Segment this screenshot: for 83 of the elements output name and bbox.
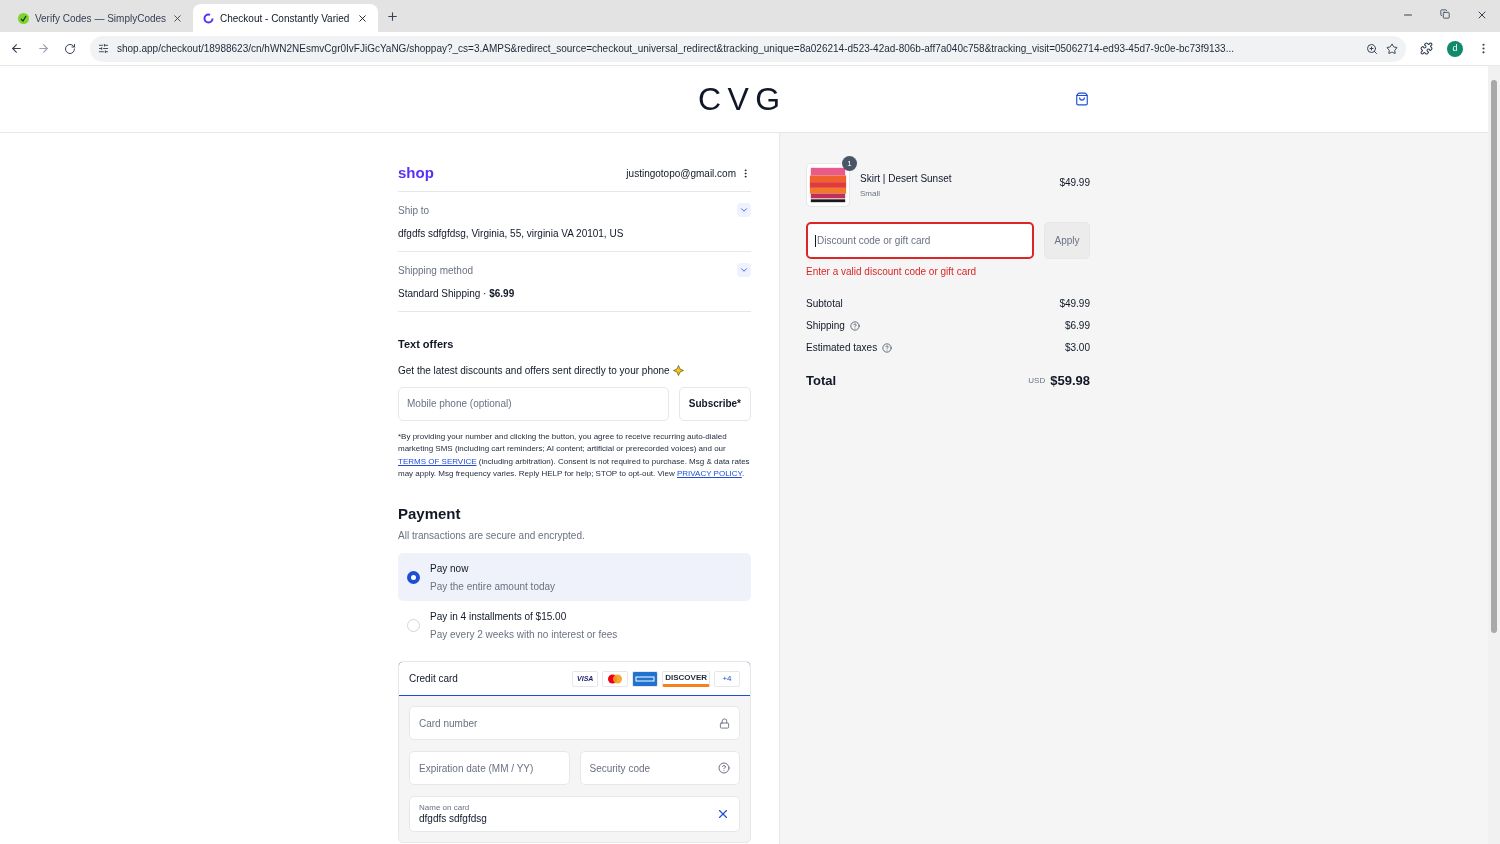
account-email: justingotopo@gmail.com xyxy=(626,166,736,181)
summary-value: $6.99 xyxy=(1064,319,1090,333)
summary-label: Subtotal xyxy=(806,297,843,311)
tab-title: Verify Codes — SimplyCodes xyxy=(34,11,167,26)
close-window-icon[interactable] xyxy=(1476,9,1488,21)
bookmark-icon[interactable] xyxy=(1386,42,1398,55)
section-label: Ship to xyxy=(398,204,431,218)
tab-title: Checkout - Constantly Varied xyxy=(220,11,351,26)
section-title: Text offers xyxy=(398,337,455,352)
discount-field[interactable]: Discount code or gift card xyxy=(806,222,1034,259)
sparkle-icon xyxy=(672,364,684,376)
summary-value: $49.99 xyxy=(1059,297,1090,311)
product-price: $49.99 xyxy=(1059,176,1090,190)
new-tab-icon[interactable] xyxy=(386,10,399,23)
product-name: Skirt | Desert Sunset xyxy=(860,171,953,186)
mastercard-logo xyxy=(602,670,629,687)
cart-icon[interactable] xyxy=(1075,92,1089,106)
browser-tab[interactable]: Verify Codes — SimplyCodes xyxy=(8,4,193,32)
close-icon[interactable] xyxy=(357,12,368,24)
name-on-card-field[interactable]: Name on card dfgdfs sdfgfdsg xyxy=(409,796,740,833)
discover-logo: DISCOVER xyxy=(662,670,710,687)
zoom-icon[interactable] xyxy=(1366,42,1378,55)
url-text: shop.app/checkout/18988623/cn/hWN2NEsmvCgr0IvFJiGcYaNG/shoppay?_cs=3.AMPS&redirect_source=checkout_universal_redirect&tracking_unique=8a026214-d523-42ad-806b-aff7a040c758&tracking_visit=05062714-ed93-45d7-9c0e-bc73f9133... xyxy=(117,42,1235,56)
payment-title: Payment xyxy=(398,503,462,524)
profile-avatar[interactable]: d xyxy=(1447,40,1463,57)
help-icon xyxy=(718,762,730,775)
reload-icon[interactable] xyxy=(64,42,76,55)
scrollbar[interactable] xyxy=(1488,66,1500,844)
forward-icon[interactable] xyxy=(37,42,50,55)
shop-logo: shop xyxy=(398,162,434,183)
payment-subtitle: All transactions are secure and encrypted. xyxy=(398,529,586,544)
more-cards-badge: +4 xyxy=(714,670,740,687)
site-info-icon[interactable] xyxy=(98,43,109,54)
product-variant: Small xyxy=(860,187,881,200)
field-placeholder: Security code xyxy=(589,761,651,776)
summary-label: Shipping xyxy=(806,319,845,333)
address-bar[interactable] xyxy=(90,35,1406,62)
tab-favicon xyxy=(18,12,29,24)
payment-option[interactable]: Pay now Pay the entire amount today xyxy=(398,553,751,602)
chevron-down-icon xyxy=(739,265,749,275)
field-label: Name on card xyxy=(419,803,471,814)
field-placeholder: Card number xyxy=(419,716,478,731)
field-placeholder: Mobile phone (optional) xyxy=(407,397,512,411)
terms-link[interactable]: TERMS OF SERVICE xyxy=(398,456,477,466)
total-value: $59.98 xyxy=(1050,372,1090,390)
field-placeholder: Expiration date (MM / YY) xyxy=(419,761,534,776)
help-icon[interactable] xyxy=(882,342,893,353)
help-icon[interactable] xyxy=(849,320,860,331)
section-value: dfgdfs sdfgfdsg, Virginia, 55, virginia VA 20101, US xyxy=(398,227,624,241)
sms-consent-text: *By providing your number and clicking the button, you agree to receive recurring auto-dialed marketing SMS (including cart reminders; AI content; artificial or prerecorded voices) and our TERMS OF SERVICE (including arbitration). Consent is not required to purchase. Msg & data rates may apply. Msg frequency varies. Reply HELP for help; STOP to opt-out. View PRIVACY POLICY. xyxy=(398,430,751,481)
option-detail: Pay the entire amount today xyxy=(430,579,556,594)
amex-logo xyxy=(632,670,659,687)
browser-tab[interactable]: Checkout - Constantly Varied xyxy=(193,4,378,32)
summary-value: $3.00 xyxy=(1064,341,1090,355)
option-label: Pay in 4 installments of $15.00 xyxy=(430,609,568,624)
option-detail: Pay every 2 weeks with no interest or fees xyxy=(430,627,618,642)
tab-favicon xyxy=(203,12,214,24)
subscribe-button[interactable]: Subscribe* xyxy=(678,386,751,421)
error-message: Enter a valid discount code or gift card xyxy=(806,265,978,279)
currency-code: USD xyxy=(1028,374,1046,387)
restore-icon[interactable] xyxy=(1440,9,1450,19)
apply-button[interactable]: Apply xyxy=(1044,222,1090,259)
offers-description: Get the latest discounts and offers sent directly to your phone xyxy=(398,363,670,378)
field-placeholder: Discount code or gift card xyxy=(817,234,931,248)
store-logo[interactable]: CVG xyxy=(698,75,787,123)
method-label: Credit card xyxy=(409,672,458,687)
chevron-down-icon xyxy=(739,205,749,215)
option-label: Pay now xyxy=(430,561,470,576)
extensions-icon[interactable] xyxy=(1420,42,1433,55)
field-value: dfgdfs sdfgfdsg xyxy=(419,813,487,826)
quantity-badge: 1 xyxy=(842,156,857,171)
text-field[interactable]: Expiration date (MM / YY) xyxy=(409,751,570,786)
radio-button[interactable] xyxy=(407,570,420,584)
back-icon[interactable] xyxy=(10,42,23,55)
text-field[interactable]: Card number xyxy=(409,706,740,741)
total-label: Total xyxy=(806,372,837,390)
text-field[interactable]: Security code xyxy=(579,751,740,786)
section-label: Shipping method xyxy=(398,264,475,278)
phone-field[interactable]: Mobile phone (optional) xyxy=(398,386,669,421)
section-value: Standard Shipping · $6.99 xyxy=(398,287,515,301)
summary-label: Estimated taxes xyxy=(806,341,878,355)
privacy-link[interactable]: PRIVACY POLICY xyxy=(676,469,742,479)
lock-icon xyxy=(719,717,730,729)
